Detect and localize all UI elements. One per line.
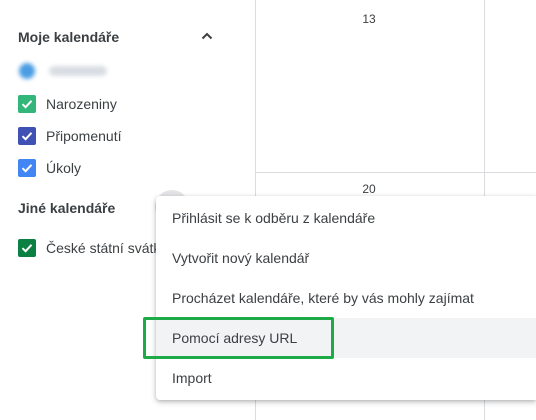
calendar-label: Narozeniny xyxy=(46,96,117,112)
chevron-up-icon[interactable] xyxy=(199,28,215,44)
day-number[interactable]: 20 xyxy=(349,182,389,196)
user-avatar xyxy=(19,63,35,79)
other-calendars-title: Jiné kalendáře xyxy=(18,200,116,216)
calendar-item-statni-svatky[interactable]: České státní svátk xyxy=(18,237,160,259)
calendar-label: Úkoly xyxy=(46,160,82,176)
my-calendars-title: Moje kalendáře xyxy=(18,29,120,45)
grid-divider xyxy=(255,172,536,173)
calendar-item-ukoly[interactable]: Úkoly xyxy=(18,157,81,179)
checkbox-checked[interactable] xyxy=(18,159,36,177)
check-icon xyxy=(21,244,33,253)
day-number[interactable]: 13 xyxy=(349,12,389,26)
calendar-label: České státní svátk xyxy=(46,240,161,256)
calendar-label: Připomenutí xyxy=(46,128,122,144)
annotation-highlight-box xyxy=(143,317,334,359)
menu-item-subscribe[interactable]: Přihlásit se k odběru z kalendáře xyxy=(156,198,536,238)
check-icon xyxy=(21,100,33,109)
menu-item-create-new[interactable]: Vytvořit nový kalendář xyxy=(156,238,536,278)
calendar-item-user[interactable] xyxy=(18,60,107,82)
user-name-redacted xyxy=(49,66,107,76)
my-calendars-header[interactable]: Moje kalendáře xyxy=(18,26,119,48)
check-icon xyxy=(21,164,33,173)
add-calendar-menu: Přihlásit se k odběru z kalendáře Vytvoř… xyxy=(156,196,536,400)
menu-item-import[interactable]: Import xyxy=(156,358,536,398)
checkbox-checked[interactable] xyxy=(18,95,36,113)
checkbox-checked[interactable] xyxy=(18,127,36,145)
check-icon xyxy=(21,132,33,141)
other-calendars-header[interactable]: Jiné kalendáře xyxy=(18,197,115,219)
menu-item-browse[interactable]: Procházet kalendáře, které by vás mohly … xyxy=(156,278,536,318)
calendar-item-pripomenuti[interactable]: Připomenutí xyxy=(18,125,121,147)
calendar-item-narozeniny[interactable]: Narozeniny xyxy=(18,93,117,115)
checkbox-checked[interactable] xyxy=(18,239,36,257)
